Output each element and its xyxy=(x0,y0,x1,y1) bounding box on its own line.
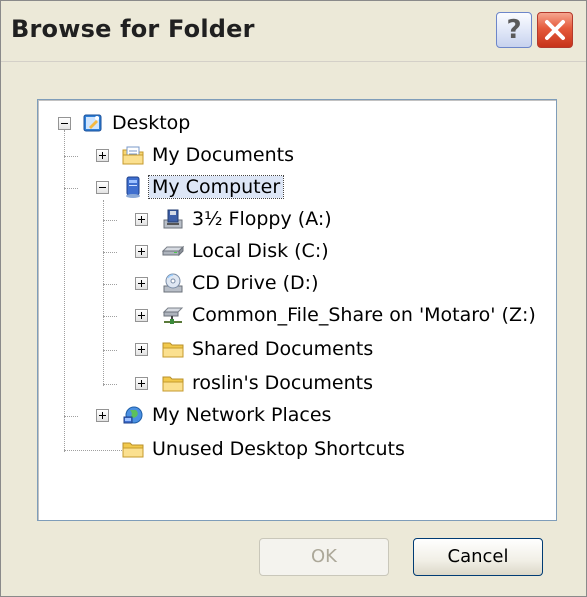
close-button[interactable] xyxy=(537,12,573,48)
tree-item-label: My Computer xyxy=(147,175,285,199)
tree-item-label: My Network Places xyxy=(152,404,332,426)
tree-item-floppy-drive[interactable]: 3½ Floppy (A:) xyxy=(38,205,556,235)
tree-item-shared-documents[interactable]: Shared Documents xyxy=(38,335,556,365)
folder-icon xyxy=(162,376,184,392)
collapse-toggle[interactable] xyxy=(96,181,109,194)
local-disk-icon xyxy=(162,245,184,257)
tree-item-label: Common_File_Share on 'Motaro' (Z:) xyxy=(192,304,536,326)
tree-item-cd-drive[interactable]: CD Drive (D:) xyxy=(38,269,556,299)
expand-toggle[interactable] xyxy=(135,245,148,258)
expand-toggle[interactable] xyxy=(135,343,148,356)
tree-item-label: CD Drive (D:) xyxy=(192,272,319,294)
tree-item-label: Shared Documents xyxy=(192,338,374,360)
folder-tree[interactable]: Desktop My Documents My Computer 3½ Flop… xyxy=(37,99,557,521)
title-bar[interactable]: Browse for Folder ? xyxy=(1,1,586,62)
tree-item-desktop[interactable]: Desktop xyxy=(38,109,556,139)
tree-item-my-documents[interactable]: My Documents xyxy=(38,141,556,171)
cancel-button[interactable]: Cancel xyxy=(413,538,543,576)
expand-toggle[interactable] xyxy=(96,149,109,162)
floppy-drive-icon xyxy=(163,209,183,229)
tree-item-label: My Documents xyxy=(152,144,295,166)
expand-toggle[interactable] xyxy=(135,309,148,322)
expand-toggle[interactable] xyxy=(135,377,148,390)
tree-item-label: 3½ Floppy (A:) xyxy=(192,208,332,230)
network-places-icon xyxy=(123,406,143,424)
folder-icon xyxy=(162,342,184,358)
expand-toggle[interactable] xyxy=(135,277,148,290)
network-drive-icon xyxy=(162,307,184,324)
tree-item-label: roslin's Documents xyxy=(192,372,374,394)
tree-item-my-network-places[interactable]: My Network Places xyxy=(38,401,556,431)
expand-toggle[interactable] xyxy=(96,409,109,422)
desktop-icon xyxy=(83,114,102,132)
cd-drive-icon xyxy=(163,273,183,293)
tree-item-my-computer[interactable]: My Computer xyxy=(38,173,556,203)
tree-item-unused-desktop-shortcuts[interactable]: Unused Desktop Shortcuts xyxy=(38,435,556,465)
computer-icon xyxy=(126,176,140,198)
tree-item-label: Local Disk (C:) xyxy=(192,240,329,262)
collapse-toggle[interactable] xyxy=(58,117,71,130)
expand-toggle[interactable] xyxy=(135,213,148,226)
tree-item-label: Unused Desktop Shortcuts xyxy=(152,438,405,460)
tree-item-label: Desktop xyxy=(112,112,191,134)
close-icon xyxy=(545,20,565,40)
ok-button[interactable]: OK xyxy=(259,538,389,576)
browse-for-folder-dialog: Browse for Folder ? Desktop My Documents… xyxy=(0,0,587,597)
tree-item-local-disk[interactable]: Local Disk (C:) xyxy=(38,237,556,267)
question-mark-icon: ? xyxy=(506,15,522,45)
folder-icon xyxy=(122,442,144,458)
dialog-title: Browse for Folder xyxy=(11,15,255,43)
tree-item-roslins-documents[interactable]: roslin's Documents xyxy=(38,369,556,399)
documents-folder-icon xyxy=(122,146,144,165)
tree-item-network-drive[interactable]: Common_File_Share on 'Motaro' (Z:) xyxy=(38,301,556,331)
help-button[interactable]: ? xyxy=(496,12,532,48)
